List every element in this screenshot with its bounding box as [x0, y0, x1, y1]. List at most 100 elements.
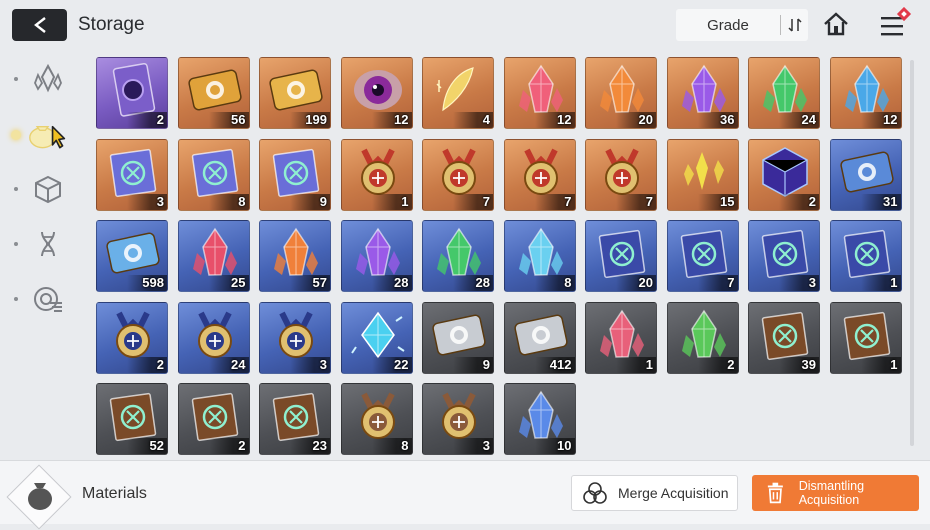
item-slot[interactable]: 4 [422, 57, 494, 129]
item-slot[interactable]: 25 [177, 220, 250, 292]
item-slot[interactable]: 23 [259, 383, 331, 455]
book-item-icon [272, 148, 320, 197]
item-count: 24 [231, 356, 246, 372]
item-count: 3 [808, 275, 816, 290]
item-slot[interactable]: 28 [340, 220, 413, 292]
crystal-item-icon [518, 64, 563, 113]
item-slot[interactable]: 31 [829, 138, 902, 211]
item-slot[interactable]: 3 [422, 383, 494, 455]
sort-order-button[interactable] [781, 17, 808, 33]
item-slot[interactable]: 7 [503, 138, 576, 211]
item-count: 52 [149, 438, 164, 453]
card-item-icon [112, 62, 156, 117]
grade-sort-dropdown[interactable]: Grade [676, 9, 808, 41]
crystal-item-icon [763, 64, 807, 113]
crystal-category-icon [34, 63, 62, 93]
item-count: 2 [156, 356, 164, 372]
item-count: 199 [305, 112, 327, 127]
item-slot[interactable]: 7 [585, 138, 657, 211]
item-slot[interactable]: 20 [585, 220, 657, 292]
item-slot[interactable]: 10 [503, 383, 576, 455]
merge-acquisition-button[interactable]: Merge Acquisition [571, 475, 738, 511]
item-slot[interactable]: 22 [340, 301, 413, 374]
book-item-icon [191, 148, 238, 197]
sort-icon [787, 18, 802, 32]
item-slot[interactable]: 2 [666, 301, 739, 374]
sidebar-item-dna[interactable] [28, 224, 68, 264]
item-count: 7 [727, 275, 735, 290]
item-slot[interactable]: 7 [666, 220, 739, 292]
item-slot[interactable]: 39 [748, 301, 820, 374]
materials-bag-category-icon [29, 125, 66, 149]
item-slot[interactable]: 598 [96, 220, 168, 292]
item-slot[interactable]: 9 [259, 138, 331, 211]
item-count: 31 [883, 193, 898, 209]
medal-item-icon [442, 392, 476, 439]
medal-item-icon [523, 148, 558, 195]
item-slot[interactable]: 1 [340, 138, 413, 211]
item-slot[interactable]: 52 [96, 383, 168, 455]
item-slot[interactable]: 8 [503, 220, 576, 292]
item-slot[interactable]: 3 [259, 301, 331, 374]
item-slot[interactable]: 15 [666, 138, 739, 211]
item-slot[interactable]: 2 [177, 383, 250, 455]
item-count: 8 [401, 438, 409, 453]
item-slot[interactable]: 24 [748, 57, 820, 129]
item-slot[interactable]: 24 [177, 301, 250, 374]
item-count: 8 [564, 275, 572, 290]
item-count: 1 [401, 193, 409, 209]
sidebar-dot [14, 77, 18, 81]
item-slot[interactable]: 7 [422, 138, 494, 211]
merge-icon [583, 482, 607, 504]
crystal-item-icon [844, 64, 889, 113]
crystal-item-icon [681, 64, 726, 113]
item-slot[interactable]: 28 [422, 220, 494, 292]
item-count: 3 [156, 193, 164, 209]
item-slot[interactable]: 2 [96, 57, 168, 129]
book-item-icon [761, 229, 809, 279]
item-slot[interactable]: 9 [422, 301, 494, 374]
item-count: 28 [475, 275, 490, 290]
item-count: 24 [801, 112, 816, 127]
item-slot[interactable]: 56 [177, 57, 250, 129]
item-slot[interactable]: 12 [829, 57, 902, 129]
item-slot[interactable]: 2 [748, 138, 820, 211]
ticket-item-icon [106, 232, 160, 274]
item-slot[interactable]: 3 [748, 220, 820, 292]
sidebar-item-chips[interactable] [28, 279, 68, 319]
sidebar-active-indicator [11, 130, 21, 140]
item-slot[interactable]: 1 [829, 220, 902, 292]
back-button[interactable] [12, 9, 67, 41]
crystal-item-icon [600, 309, 644, 358]
ticket-item-icon [269, 69, 323, 111]
sidebar-item-cubes[interactable] [28, 169, 68, 209]
item-slot[interactable]: 36 [666, 57, 739, 129]
grid-scrollbar[interactable] [910, 60, 914, 446]
materials-bag-icon [24, 477, 56, 518]
item-slot[interactable]: 3 [96, 138, 168, 211]
item-slot[interactable]: 8 [340, 383, 413, 455]
item-slot[interactable]: 1 [829, 301, 902, 374]
item-count: 22 [394, 356, 409, 372]
sidebar-item-materials[interactable] [28, 114, 68, 154]
item-slot[interactable]: 8 [177, 138, 250, 211]
item-slot[interactable]: 2 [96, 301, 168, 374]
item-slot[interactable]: 1 [585, 301, 657, 374]
item-slot[interactable]: 20 [585, 57, 657, 129]
medal-item-icon [360, 148, 395, 195]
book-item-icon [843, 311, 890, 360]
item-count: 1 [890, 356, 898, 372]
item-slot[interactable]: 412 [503, 301, 576, 374]
item-slot[interactable]: 57 [259, 220, 331, 292]
sidebar-dot [14, 297, 18, 301]
item-slot[interactable]: 12 [503, 57, 576, 129]
item-slot[interactable]: 12 [340, 57, 413, 129]
menu-button[interactable] [878, 6, 916, 46]
item-slot[interactable]: 199 [259, 57, 331, 129]
home-button[interactable] [822, 11, 850, 42]
dismantling-acquisition-button[interactable]: Dismantling Acquisition [752, 475, 919, 511]
item-count: 1 [645, 356, 653, 372]
sidebar-item-crystals[interactable] [28, 58, 68, 98]
book-item-icon [761, 311, 809, 360]
item-count: 1 [890, 275, 898, 290]
